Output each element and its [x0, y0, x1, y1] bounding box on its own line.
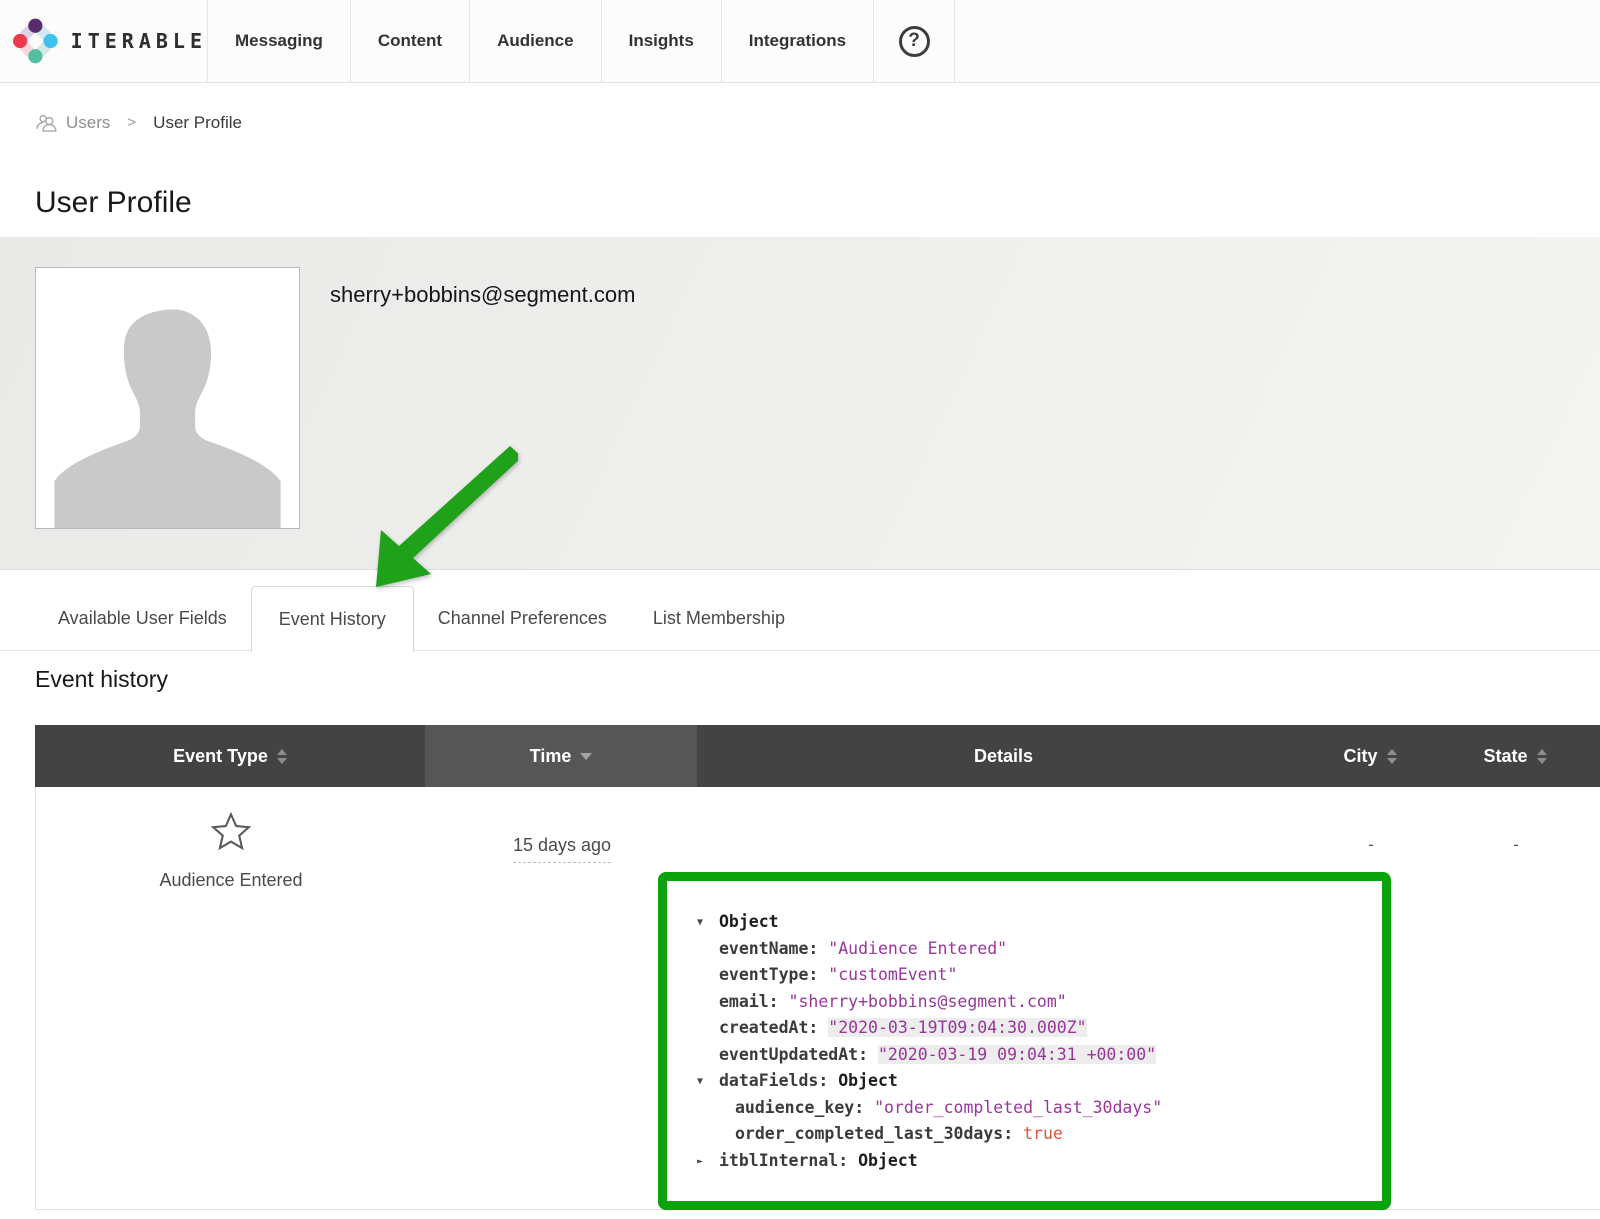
column-label: Time — [530, 746, 572, 767]
json-value: "Audience Entered" — [828, 939, 1007, 958]
json-object-label: Object — [858, 1151, 918, 1170]
json-line: eventUpdatedAt: "2020-03-19 09:04:31 +00… — [667, 1042, 1366, 1069]
json-line: email: "sherry+bobbins@segment.com" — [667, 989, 1366, 1016]
table-row: Audience Entered 15 days ago - - ▼ Object… — [35, 787, 1600, 1210]
nav-item-content[interactable]: Content — [351, 0, 470, 82]
brand-logo[interactable]: ITERABLE — [0, 0, 208, 82]
breadcrumb-separator: > — [127, 114, 136, 131]
profile-header: sherry+bobbins@segment.com — [0, 237, 1600, 570]
state-cell: - — [1431, 835, 1600, 855]
user-email: sherry+bobbins@segment.com — [330, 282, 635, 308]
top-nav: ITERABLE MessagingContentAudienceInsight… — [0, 0, 1600, 83]
tab-available-user-fields[interactable]: Available User Fields — [35, 586, 250, 650]
event-type-cell: Audience Entered — [36, 809, 426, 891]
sort-arrows-icon — [1387, 749, 1397, 764]
users-icon — [35, 112, 58, 133]
nav-item-messaging[interactable]: Messaging — [208, 0, 351, 82]
help-icon: ? — [899, 26, 930, 57]
json-value: "customEvent" — [828, 965, 957, 984]
json-key: order_completed_last_30days: — [735, 1124, 1023, 1143]
column-header-city[interactable]: City — [1310, 725, 1430, 787]
nav-item-integrations[interactable]: Integrations — [722, 0, 874, 82]
json-line: eventType: "customEvent" — [667, 962, 1366, 989]
json-line: ▼ dataFields: Object — [667, 1068, 1366, 1095]
json-key: itblInternal: — [719, 1151, 858, 1170]
column-label: State — [1483, 746, 1527, 767]
json-key: email: — [719, 992, 789, 1011]
json-key: eventType: — [719, 965, 828, 984]
json-line: ▼ Object — [667, 909, 1366, 936]
column-label: Event Type — [173, 746, 268, 767]
nav-item-insights[interactable]: Insights — [602, 0, 722, 82]
breadcrumb-users-link[interactable]: Users — [35, 112, 110, 133]
sort-arrows-icon — [277, 749, 287, 764]
avatar — [35, 267, 300, 529]
tab-list-membership[interactable]: List Membership — [630, 586, 808, 650]
json-key: dataFields: — [719, 1071, 838, 1090]
column-label: City — [1343, 746, 1377, 767]
sort-arrows-icon — [1537, 749, 1547, 764]
json-line: ► itblInternal: Object — [667, 1148, 1366, 1175]
json-object-label: Object — [719, 912, 779, 931]
brand-wordmark: ITERABLE — [71, 29, 207, 53]
json-value: "order_completed_last_30days" — [874, 1098, 1162, 1117]
json-value: true — [1023, 1124, 1063, 1143]
event-type-label: Audience Entered — [36, 870, 426, 891]
json-value: "2020-03-19 09:04:31 +00:00" — [878, 1045, 1156, 1064]
tab-channel-preferences[interactable]: Channel Preferences — [415, 586, 630, 650]
time-cell: 15 days ago — [426, 835, 698, 856]
event-history-table: Event Type Time Details City State Audience … — [35, 725, 1600, 1210]
json-object-label: Object — [838, 1071, 898, 1090]
breadcrumb-current: User Profile — [153, 113, 242, 133]
column-header-details: Details — [697, 725, 1310, 787]
json-key: eventName: — [719, 939, 828, 958]
json-key: eventUpdatedAt: — [719, 1045, 878, 1064]
breadcrumb-root-label: Users — [66, 113, 110, 133]
json-line: audience_key: "order_completed_last_30da… — [667, 1095, 1366, 1122]
column-header-event-type[interactable]: Event Type — [35, 725, 425, 787]
json-line: createdAt: "2020-03-19T09:04:30.000Z" — [667, 1015, 1366, 1042]
table-header: Event Type Time Details City State — [35, 725, 1600, 787]
json-key: createdAt: — [719, 1018, 828, 1037]
json-value: "sherry+bobbins@segment.com" — [789, 992, 1067, 1011]
relative-time[interactable]: 15 days ago — [513, 835, 611, 863]
iterable-logo-icon — [13, 18, 58, 64]
event-history-heading: Event history — [35, 666, 168, 693]
event-details-json: ▼ObjecteventName: "Audience Entered"even… — [658, 872, 1391, 1210]
tab-event-history[interactable]: Event History — [251, 586, 414, 652]
json-key: audience_key: — [735, 1098, 874, 1117]
iterable-app: ITERABLE MessagingContentAudienceInsight… — [0, 0, 1600, 1219]
breadcrumb: Users > User Profile — [35, 112, 242, 133]
expand-toggle-icon[interactable]: ► — [697, 1149, 703, 1176]
page-title: User Profile — [35, 186, 192, 220]
nav-menu: MessagingContentAudienceInsightsIntegrat… — [208, 0, 874, 82]
collapse-toggle-icon[interactable]: ▼ — [697, 1069, 703, 1096]
collapse-toggle-icon[interactable]: ▼ — [697, 910, 703, 937]
column-label: Details — [974, 746, 1033, 767]
nav-item-audience[interactable]: Audience — [470, 0, 602, 82]
city-cell: - — [1311, 835, 1431, 855]
tabs-row: Available User FieldsEvent HistoryChanne… — [35, 586, 808, 652]
avatar-placeholder-icon — [36, 268, 299, 528]
json-line: order_completed_last_30days: true — [667, 1121, 1366, 1148]
sort-desc-icon — [580, 753, 592, 760]
star-icon — [208, 809, 254, 855]
profile-tabs: Available User FieldsEvent HistoryChanne… — [0, 570, 1600, 652]
json-value: "2020-03-19T09:04:30.000Z" — [828, 1018, 1086, 1037]
column-header-time[interactable]: Time — [425, 725, 697, 787]
help-button[interactable]: ? — [874, 0, 955, 82]
column-header-state[interactable]: State — [1430, 725, 1600, 787]
json-line: eventName: "Audience Entered" — [667, 936, 1366, 963]
